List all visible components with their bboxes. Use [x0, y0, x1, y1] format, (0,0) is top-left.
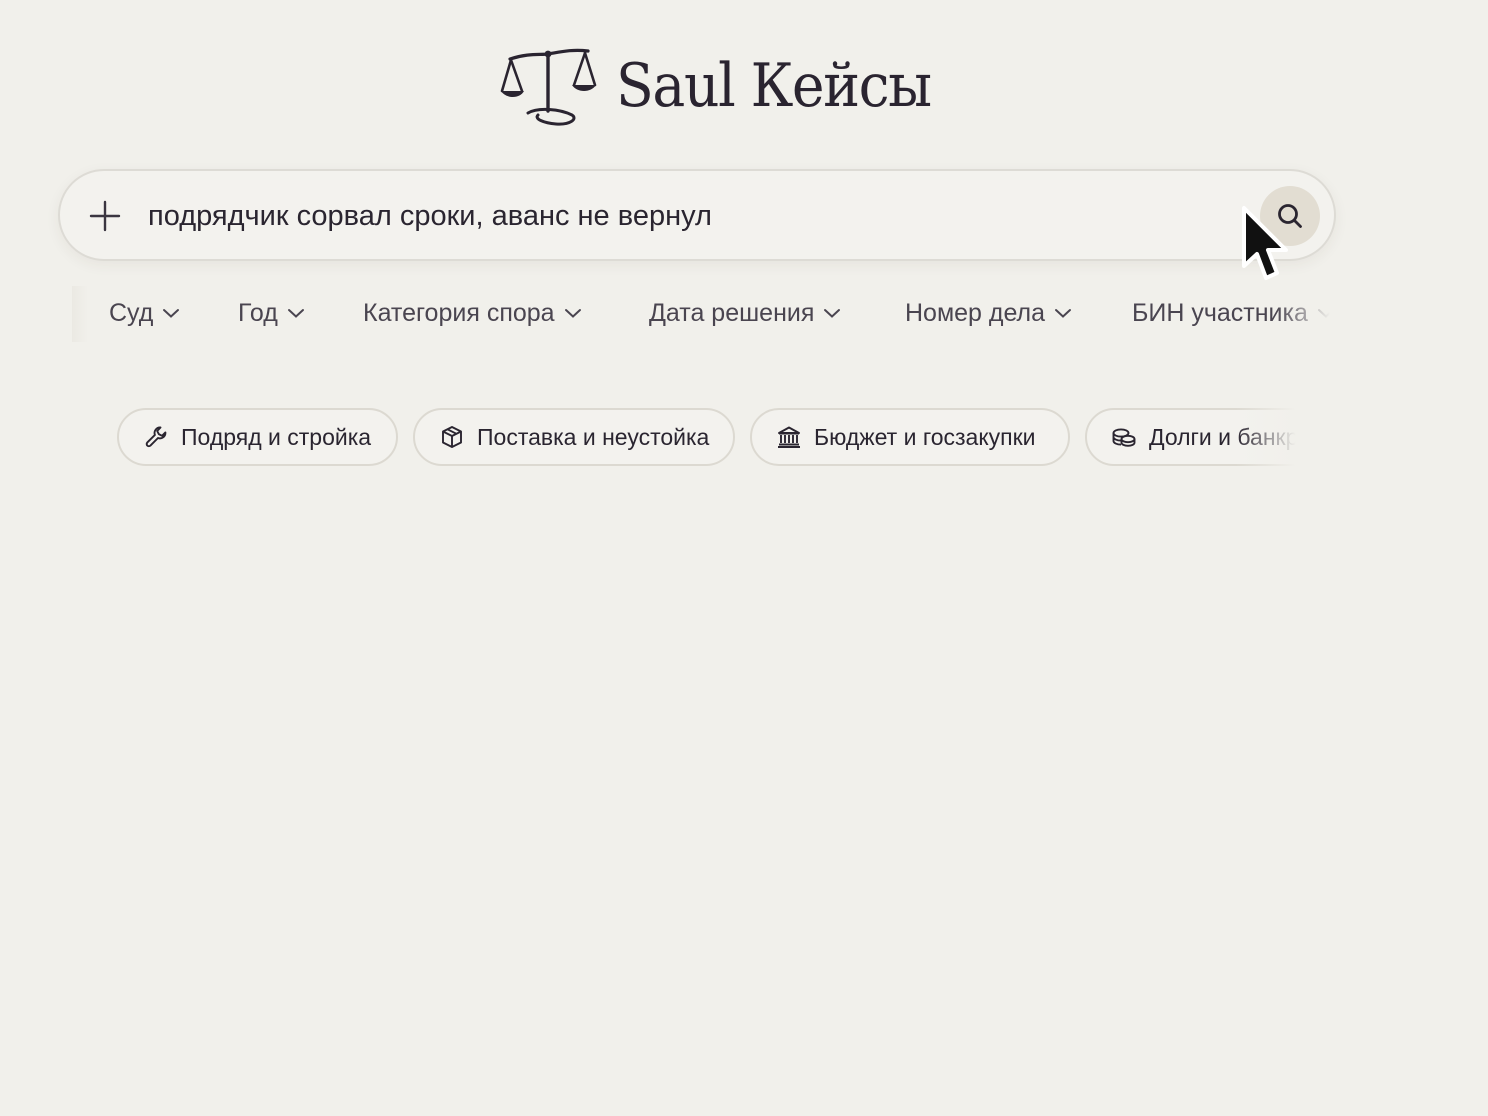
chip-label: Поставка и неустойка [477, 423, 710, 450]
filter-label: Категория спора [363, 298, 555, 327]
chevron-down-icon [564, 309, 581, 318]
bank-icon [778, 426, 800, 448]
filter-label: Номер дела [905, 298, 1046, 327]
search-icon [1278, 204, 1302, 228]
chip-contract-construction[interactable]: Подряд и стройка [117, 408, 398, 466]
wrench-icon [145, 426, 167, 448]
filter-participant-bin[interactable]: БИН участника [1132, 296, 1335, 330]
chevron-down-icon [287, 309, 304, 318]
search-bar [58, 169, 1336, 261]
package-icon [442, 426, 462, 448]
chevron-down-icon [1055, 309, 1072, 318]
chevron-down-icon [163, 309, 180, 318]
chip-budget-procurement[interactable]: Бюджет и госзакупки [750, 408, 1070, 466]
chip-debts-bankruptcy[interactable]: Долги и банкротство [1085, 408, 1306, 466]
chip-label: Бюджет и госзакупки [814, 423, 1036, 450]
plus-icon [89, 200, 121, 232]
filter-year[interactable]: Год [238, 296, 305, 330]
brand-logo[interactable]: Saul Кейсы [498, 44, 958, 128]
filter-case-number[interactable]: Номер дела [905, 296, 1072, 330]
chevron-down-icon [824, 309, 841, 318]
filter-court[interactable]: Суд [109, 296, 180, 330]
search-input[interactable] [148, 191, 1238, 241]
scales-of-justice-icon [500, 48, 597, 126]
category-chips: Подряд и стройка Поставка и неустойка Бю… [116, 408, 1306, 466]
filter-decision-date[interactable]: Дата решения [649, 296, 841, 330]
chip-label: Подряд и стройка [181, 423, 372, 450]
filter-dispute-category[interactable]: Категория спора [363, 296, 582, 330]
coins-icon [1112, 428, 1136, 447]
filter-label: Суд [109, 298, 154, 327]
filter-label: БИН участника [1132, 298, 1308, 327]
brand-name: Saul Кейсы [616, 51, 932, 121]
chip-label: Долги и банкротство [1149, 423, 1306, 450]
add-button[interactable] [86, 197, 124, 235]
chip-supply-penalty[interactable]: Поставка и неустойка [413, 408, 735, 466]
filter-label: Дата решения [649, 298, 815, 327]
filter-label: Год [238, 298, 278, 327]
chevron-down-icon [1317, 309, 1334, 318]
search-button[interactable] [1260, 186, 1320, 246]
filters-bar: Суд Год Категория спора Дата решения Ном… [72, 286, 1336, 342]
